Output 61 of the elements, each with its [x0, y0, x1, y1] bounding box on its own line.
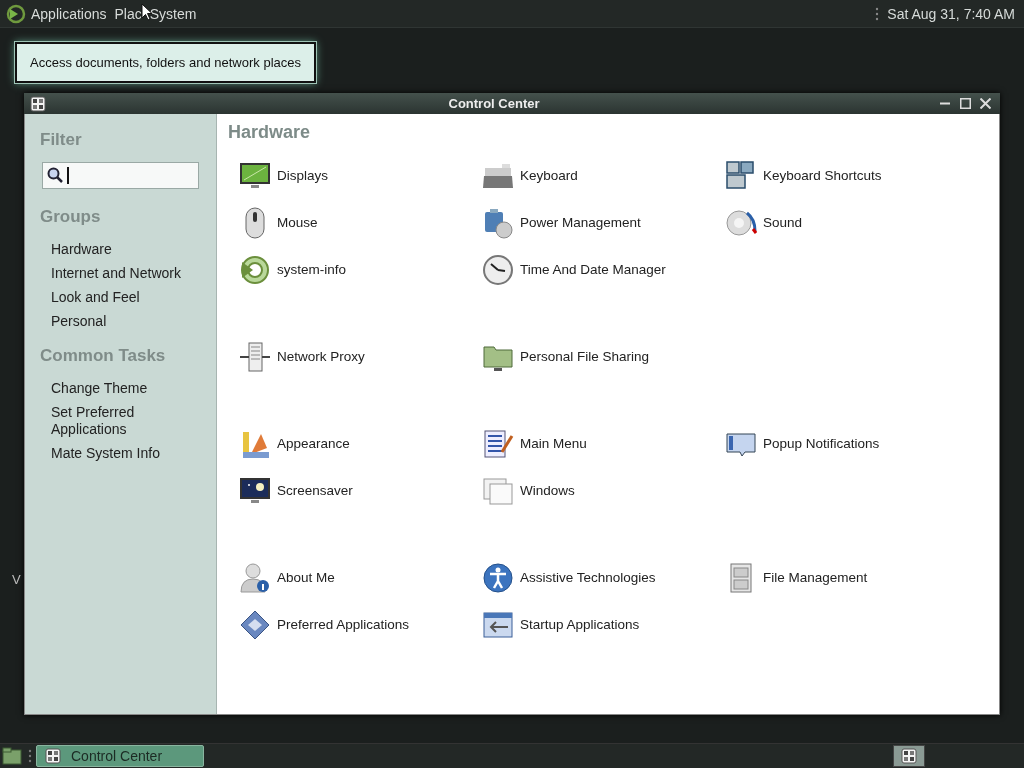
ring-icon — [239, 253, 271, 286]
launcher-item[interactable]: About Me — [239, 554, 482, 601]
launcher-item[interactable]: Keyboard Shortcuts — [725, 152, 968, 199]
maximize-icon — [959, 98, 971, 109]
panel-handle-icon — [28, 749, 32, 763]
accessibility-icon — [482, 561, 514, 594]
list-pencil-icon — [482, 427, 514, 460]
launcher-item[interactable]: Time And Date Manager — [482, 246, 725, 293]
launcher-item[interactable]: Screensaver — [239, 467, 482, 514]
battery-icon — [482, 206, 514, 239]
server-icon — [239, 340, 271, 373]
sidebar-link[interactable]: Look and Feel — [40, 289, 201, 306]
launcher-item[interactable]: Main Menu — [482, 420, 725, 467]
launcher-item[interactable]: Keyboard — [482, 152, 725, 199]
sidebar-link[interactable]: Hardware — [40, 241, 201, 258]
section-heading: Common Tasks — [40, 345, 167, 367]
diamond-icon — [239, 608, 271, 641]
launcher-item[interactable]: Preferred Applications — [239, 601, 482, 648]
group-heading: Hardware — [228, 122, 312, 144]
launcher-item[interactable]: Assistive Technologies — [482, 554, 725, 601]
launcher-item[interactable]: Windows — [482, 467, 725, 514]
sidebar-link[interactable]: Internet and Network — [40, 265, 201, 282]
show-desktop-icon — [2, 747, 22, 765]
launcher-item[interactable]: File Management — [725, 554, 968, 601]
launcher-item[interactable]: Appearance — [239, 420, 482, 467]
workspace-switcher[interactable] — [893, 745, 925, 767]
search-icon — [47, 167, 63, 183]
launcher-item[interactable]: Power Management — [482, 199, 725, 246]
launcher-item[interactable]: Popup Notifications — [725, 420, 968, 467]
desktop-icon-label: V — [12, 572, 21, 587]
sidebar-link[interactable]: Personal — [40, 313, 201, 330]
app-icon — [45, 748, 61, 764]
app-icon — [30, 95, 46, 112]
menu-item[interactable]: Plac — [114, 5, 142, 22]
close-icon — [979, 98, 991, 109]
launcher-item[interactable]: Startup Applications — [482, 601, 725, 648]
taskbar-button[interactable]: Control Center — [36, 745, 204, 767]
tooltip: Access documents, folders and network places — [15, 42, 316, 83]
search-field[interactable] — [42, 162, 199, 189]
section-heading: Filter — [40, 129, 83, 151]
minimize-icon — [940, 102, 950, 105]
section-heading: Groups — [40, 206, 102, 228]
menu-logo-icon — [6, 3, 26, 24]
menu-item[interactable]: System — [149, 5, 197, 22]
launcher-item[interactable]: Mouse — [239, 199, 482, 246]
keys-icon — [725, 159, 757, 192]
sidebar-link[interactable]: Mate System Info — [40, 445, 201, 462]
launcher-item[interactable]: Personal File Sharing — [482, 333, 725, 380]
sidebar-link[interactable]: Change Theme — [40, 380, 201, 397]
menu-item[interactable]: Applications — [31, 5, 107, 22]
launcher-item[interactable]: Displays — [239, 152, 482, 199]
sidebar-link[interactable]: Set Preferred Applications — [40, 404, 201, 438]
launcher-item[interactable]: Sound — [725, 199, 968, 246]
launcher-item[interactable]: Network Proxy — [239, 333, 482, 380]
clock-icon — [482, 253, 514, 286]
window-title: Control Center — [447, 96, 541, 111]
person-info-icon — [239, 561, 271, 594]
clock[interactable]: Sat Aug 31, 7:40 AM — [887, 5, 1015, 22]
launcher-item[interactable]: system-info — [239, 246, 482, 293]
app-icon — [901, 748, 917, 764]
panel-handle-icon — [875, 6, 880, 21]
